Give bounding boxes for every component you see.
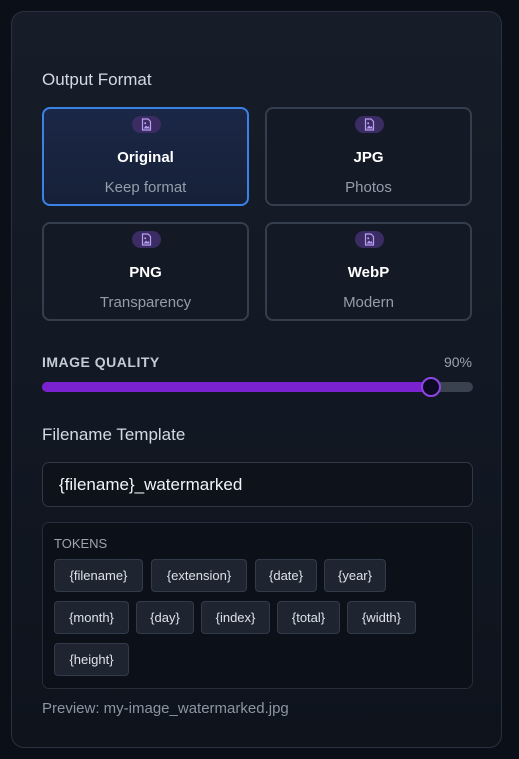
tokens-box: TOKENS {filename} {extension} {date} {ye… [42,522,473,689]
format-name: JPG [353,149,384,166]
token-width[interactable]: {width} [347,601,416,634]
token-month[interactable]: {month} [54,601,129,634]
token-day[interactable]: {day} [136,601,194,634]
format-name: PNG [129,264,162,281]
slider-thumb[interactable] [420,377,441,397]
filename-template-input[interactable] [42,462,473,507]
token-index[interactable]: {index} [201,601,270,634]
token-extension[interactable]: {extension} [151,559,247,592]
image-file-icon [355,116,384,133]
image-quality-value: 90% [443,354,472,370]
token-year[interactable]: {year} [324,559,386,592]
token-height[interactable]: {height} [54,643,129,676]
format-name: WebP [347,264,390,281]
filename-preview: Preview: my-image_watermarked.jpg [42,700,289,717]
image-file-icon [132,116,161,133]
output-format-title: Output Format [42,70,152,89]
image-quality-slider[interactable] [42,377,473,397]
image-file-icon [355,231,384,248]
format-option-webp[interactable]: WebP Modern [265,222,472,321]
tokens-title: TOKENS [54,536,108,551]
token-filename[interactable]: {filename} [54,559,143,592]
image-quality-label: IMAGE QUALITY [42,354,160,370]
format-description: Photos [345,179,392,196]
format-option-original[interactable]: Original Keep format [42,107,249,206]
format-description: Keep format [104,179,187,196]
export-settings-panel: Output Format Original Keep format JPG P… [11,11,502,748]
image-file-icon [132,231,161,248]
format-description: Transparency [99,294,192,311]
token-total[interactable]: {total} [277,601,340,634]
format-name: Original [117,149,174,166]
format-description: Modern [343,294,394,311]
format-option-png[interactable]: PNG Transparency [42,222,249,321]
token-date[interactable]: {date} [255,559,317,592]
slider-fill [42,382,430,392]
format-option-jpg[interactable]: JPG Photos [265,107,472,206]
filename-template-title: Filename Template [42,425,186,444]
